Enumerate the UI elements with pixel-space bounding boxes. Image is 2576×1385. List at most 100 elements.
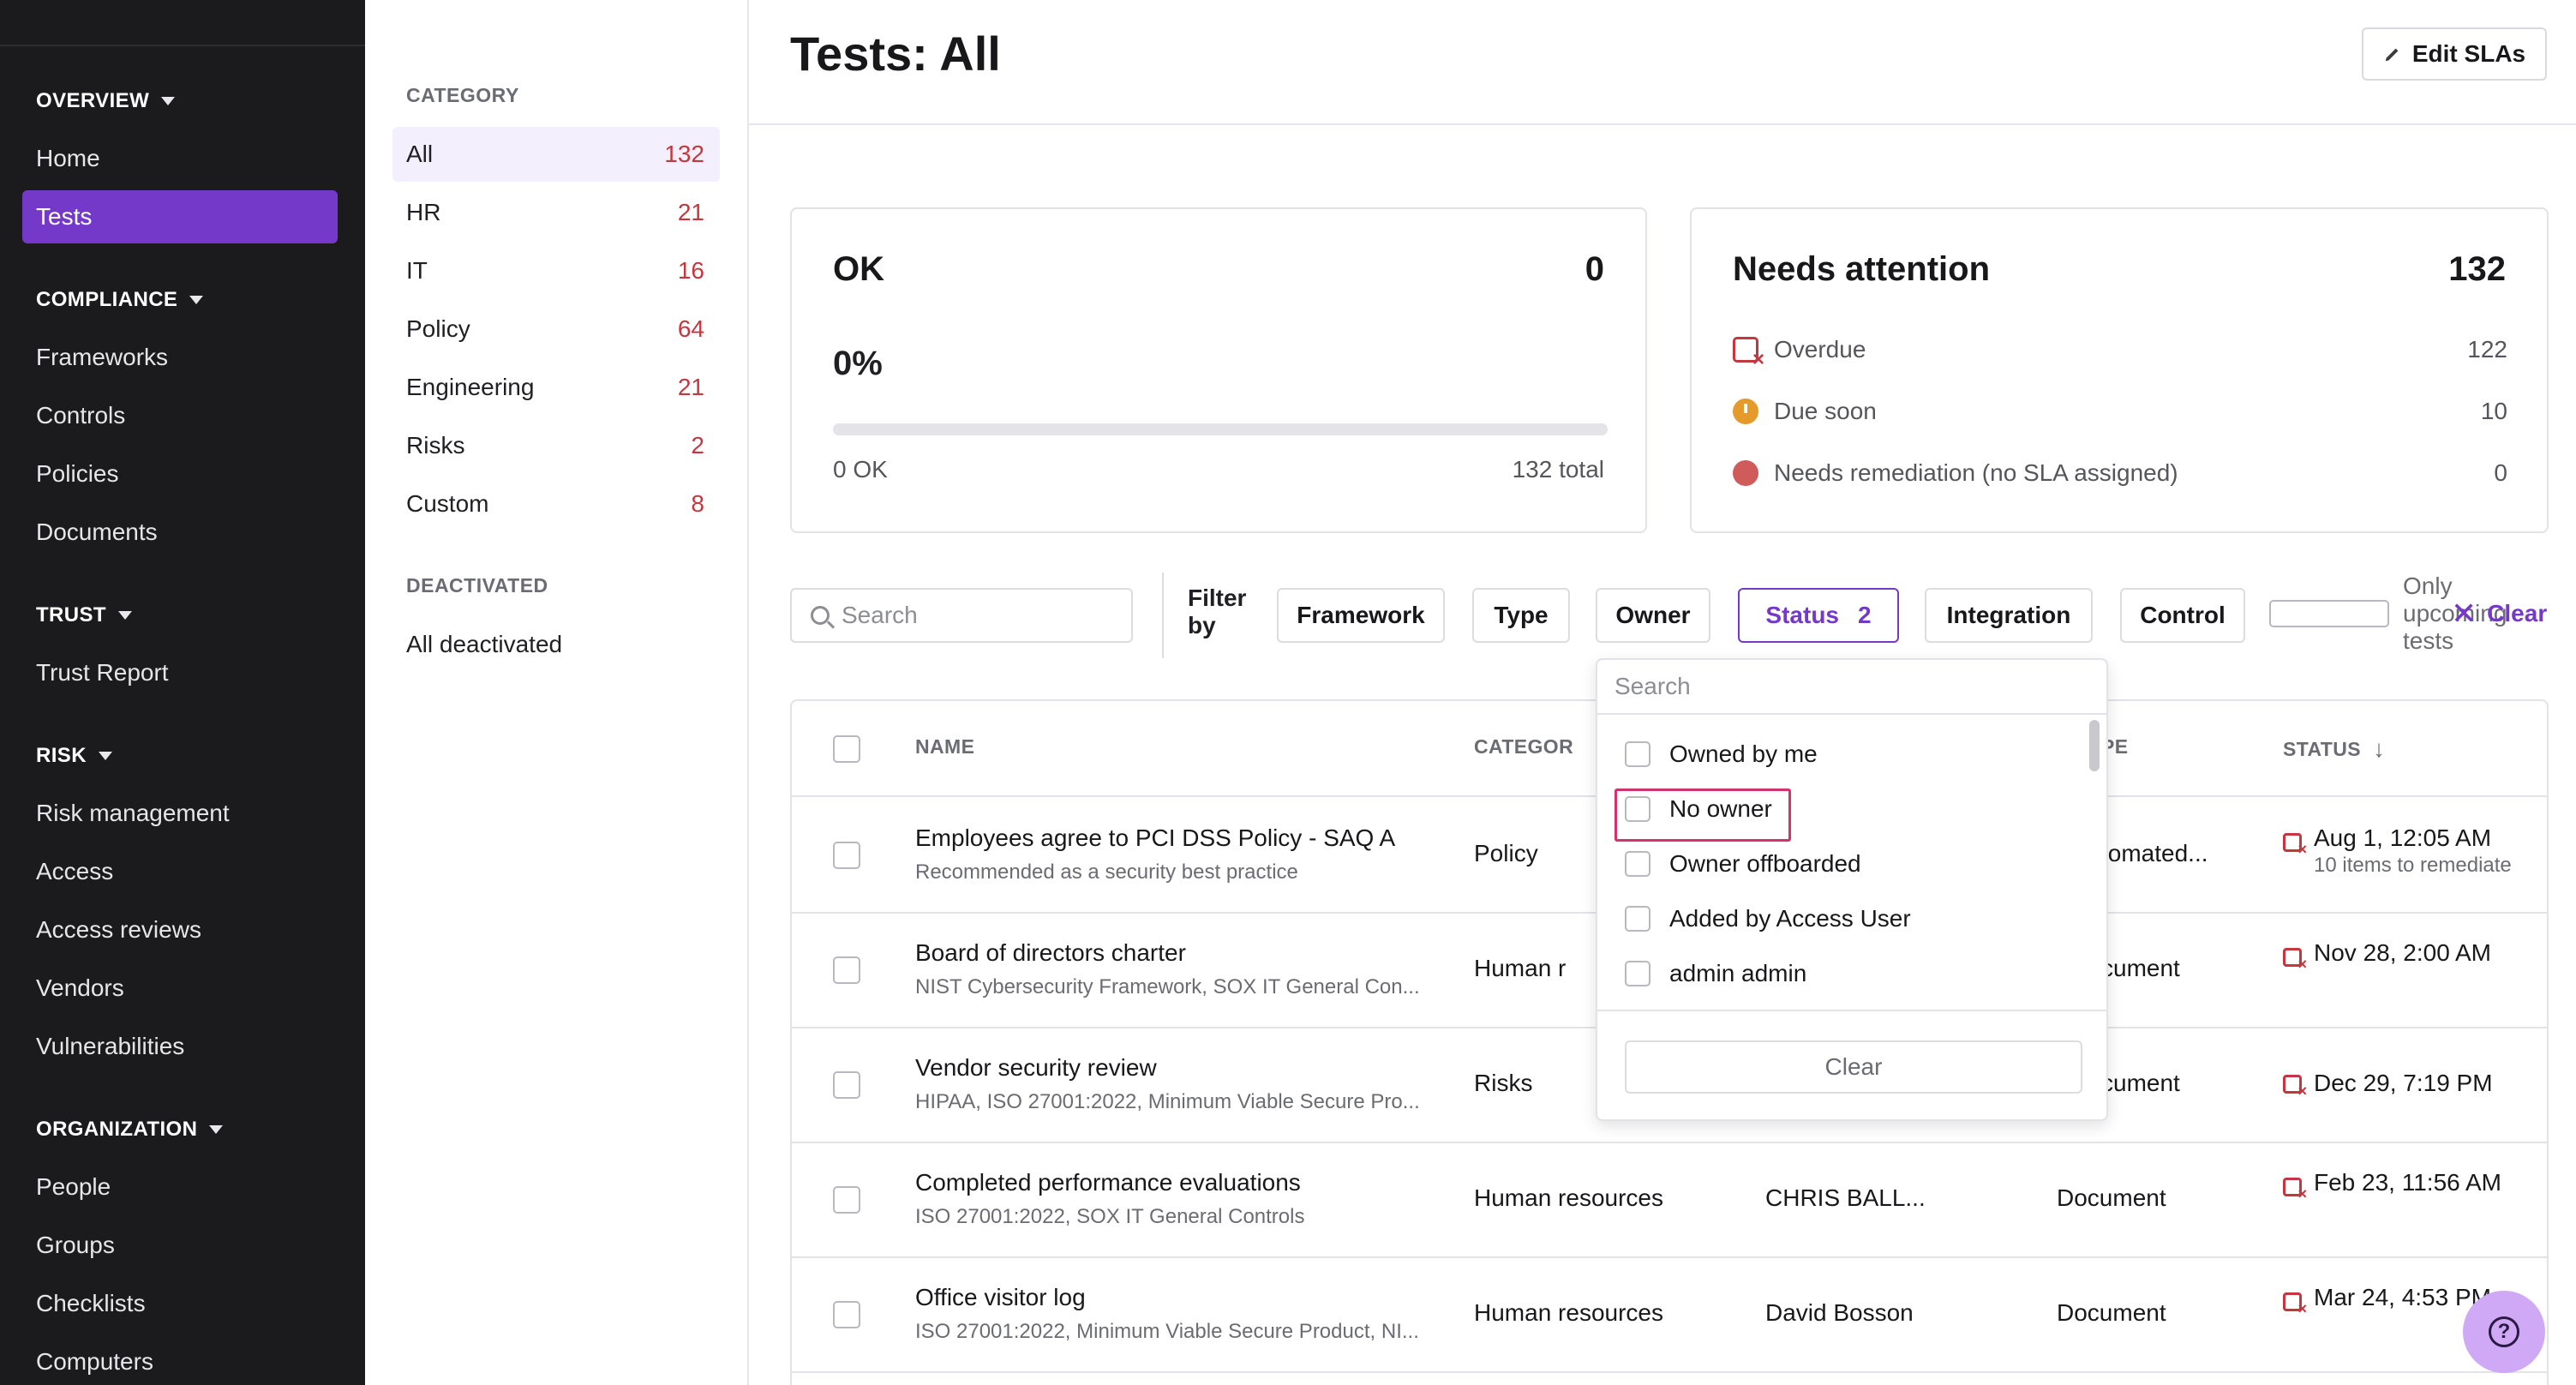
- category-panel: CATEGORY All 132 HR 21 IT 16 Policy 64 Engin…: [365, 0, 749, 1385]
- needs-remediation-row[interactable]: Needs remediation (no SLA assigned) 0: [1733, 459, 2507, 487]
- clock-icon: [1733, 399, 1758, 424]
- category-item-engineering[interactable]: Engineering 21: [392, 360, 720, 415]
- option-checkbox[interactable]: [1625, 906, 1650, 932]
- owner-dropdown-search-input[interactable]: [1597, 660, 2106, 713]
- section-compliance[interactable]: COMPLIANCE: [36, 288, 204, 312]
- sidebar-item-documents[interactable]: Documents: [22, 506, 338, 559]
- category-item-all-deactivated[interactable]: All deactivated: [392, 617, 720, 672]
- main-sidebar: OVERVIEW Home Tests COMPLIANCE Framework…: [0, 0, 365, 1385]
- owner-option-owned-by-me[interactable]: Owned by me: [1625, 740, 1818, 768]
- option-checkbox[interactable]: [1625, 961, 1650, 986]
- status-filter-count: 2: [1858, 602, 1872, 628]
- integration-filter-button[interactable]: Integration: [1925, 588, 2093, 643]
- test-category: Human resources: [1474, 1184, 1663, 1211]
- section-risk[interactable]: RISK: [36, 744, 112, 768]
- sidebar-item-vulnerabilities[interactable]: Vulnerabilities: [22, 1020, 338, 1073]
- section-organization[interactable]: ORGANIZATION: [36, 1118, 224, 1142]
- caret-down-icon: [189, 296, 204, 304]
- sidebar-item-vendors[interactable]: Vendors: [22, 962, 338, 1015]
- sidebar-item-groups[interactable]: Groups: [22, 1219, 338, 1272]
- framework-filter-button[interactable]: Framework: [1277, 588, 1445, 643]
- row-checkbox[interactable]: [833, 1186, 860, 1214]
- category-item-it[interactable]: IT 16: [392, 243, 720, 298]
- sidebar-item-home[interactable]: Home: [22, 132, 338, 185]
- sidebar-item-frameworks[interactable]: Frameworks: [22, 331, 338, 384]
- sidebar-item-risk-management[interactable]: Risk management: [22, 787, 338, 840]
- select-all-checkbox[interactable]: [833, 735, 860, 763]
- sidebar-item-tests[interactable]: Tests: [22, 190, 338, 243]
- owner-option-owner-offboarded[interactable]: Owner offboarded: [1625, 850, 1861, 878]
- test-type: Document: [2057, 1184, 2166, 1211]
- status-filter-button[interactable]: Status 2: [1738, 588, 1899, 643]
- test-category: Risks: [1474, 1070, 1533, 1096]
- category-item-hr[interactable]: HR 21: [392, 185, 720, 240]
- owner-filter-button[interactable]: Owner: [1596, 588, 1710, 643]
- row-checkbox[interactable]: [833, 956, 860, 984]
- dropdown-scrollbar[interactable]: [2089, 720, 2100, 771]
- only-upcoming-checkbox[interactable]: [2269, 600, 2389, 627]
- control-filter-button[interactable]: Control: [2120, 588, 2245, 643]
- test-name[interactable]: Employees agree to PCI DSS Policy - SAQ …: [915, 824, 1395, 852]
- category-item-policy[interactable]: Policy 64: [392, 302, 720, 357]
- sidebar-item-computers[interactable]: Computers: [22, 1335, 338, 1385]
- category-item-custom[interactable]: Custom 8: [392, 477, 720, 531]
- option-checkbox[interactable]: [1625, 851, 1650, 877]
- arrow-down-icon: ↓: [2373, 735, 2386, 762]
- sidebar-item-trust-report[interactable]: Trust Report: [22, 646, 338, 699]
- test-frameworks: ISO 27001:2022, Minimum Viable Secure Pr…: [915, 1320, 1419, 1343]
- tests-search[interactable]: [790, 588, 1133, 643]
- sidebar-item-people[interactable]: People: [22, 1160, 338, 1214]
- test-status: Feb 23, 11:56 AM: [2283, 1169, 2511, 1203]
- section-overview[interactable]: OVERVIEW: [36, 89, 176, 113]
- table-row[interactable]: Completed performance evaluations ISO 27…: [792, 1143, 2547, 1258]
- test-name[interactable]: Completed performance evaluations: [915, 1169, 1301, 1196]
- test-status: Nov 28, 2:00 AM: [2283, 939, 2511, 974]
- filter-by-label: Filter by: [1188, 585, 1247, 639]
- owner-option-admin-admin[interactable]: admin admin: [1625, 960, 1806, 987]
- owner-dropdown-clear-button[interactable]: Clear: [1625, 1040, 2082, 1094]
- tests-search-input[interactable]: [842, 602, 1116, 629]
- test-status: Aug 1, 12:05 AM10 items to remediate: [2283, 824, 2547, 879]
- sidebar-top-divider: [0, 45, 365, 46]
- column-header-name[interactable]: NAME: [915, 735, 974, 758]
- sidebar-item-controls[interactable]: Controls: [22, 389, 338, 442]
- category-item-all[interactable]: All 132: [392, 127, 720, 182]
- red-dot-icon: [1733, 460, 1758, 486]
- option-checkbox[interactable]: [1625, 741, 1650, 767]
- due-soon-row[interactable]: Due soon 10: [1733, 398, 2507, 425]
- option-checkbox[interactable]: [1625, 796, 1650, 822]
- edit-slas-button[interactable]: Edit SLAs: [2362, 27, 2547, 81]
- deactivated-heading: DEACTIVATED: [406, 574, 548, 597]
- sidebar-item-access-reviews[interactable]: Access reviews: [22, 903, 338, 956]
- type-filter-button[interactable]: Type: [1472, 588, 1570, 643]
- owner-option-no-owner[interactable]: No owner: [1625, 795, 1772, 823]
- section-trust[interactable]: TRUST: [36, 603, 132, 627]
- category-count: 16: [677, 257, 704, 284]
- needs-attention-card: Needs attention 132 Overdue 122 Due soon…: [1690, 207, 2549, 533]
- row-checkbox[interactable]: [833, 1071, 860, 1099]
- dropdown-divider: [1597, 1010, 2106, 1011]
- ok-total: 132 total: [1512, 456, 1604, 483]
- caret-down-icon: [209, 1125, 224, 1134]
- calendar-overdue-icon: [2283, 1178, 2307, 1203]
- help-button[interactable]: ?: [2463, 1291, 2545, 1373]
- row-checkbox[interactable]: [833, 842, 860, 869]
- clear-filters-button[interactable]: ✕ Clear: [2451, 598, 2547, 629]
- column-header-category[interactable]: CATEGOR: [1474, 735, 1573, 758]
- sidebar-item-checklists[interactable]: Checklists: [22, 1277, 338, 1330]
- row-checkbox[interactable]: [833, 1301, 860, 1328]
- category-item-risks[interactable]: Risks 2: [392, 418, 720, 473]
- owner-dropdown-search[interactable]: [1597, 660, 2106, 715]
- test-name[interactable]: Board of directors charter: [915, 939, 1186, 967]
- test-type: Document: [2057, 1299, 2166, 1326]
- sidebar-item-access[interactable]: Access: [22, 845, 338, 898]
- category-count: 21: [677, 374, 704, 400]
- ok-count: 0: [1585, 250, 1604, 288]
- overdue-row[interactable]: Overdue 122: [1733, 336, 2507, 372]
- sidebar-item-policies[interactable]: Policies: [22, 447, 338, 501]
- table-row[interactable]: Office visitor log ISO 27001:2022, Minim…: [792, 1258, 2547, 1373]
- test-name[interactable]: Office visitor log: [915, 1284, 1086, 1311]
- owner-option-added-by-access-user[interactable]: Added by Access User: [1625, 905, 1911, 932]
- column-header-status[interactable]: STATUS ↓: [2283, 735, 2385, 763]
- test-name[interactable]: Vendor security review: [915, 1054, 1157, 1082]
